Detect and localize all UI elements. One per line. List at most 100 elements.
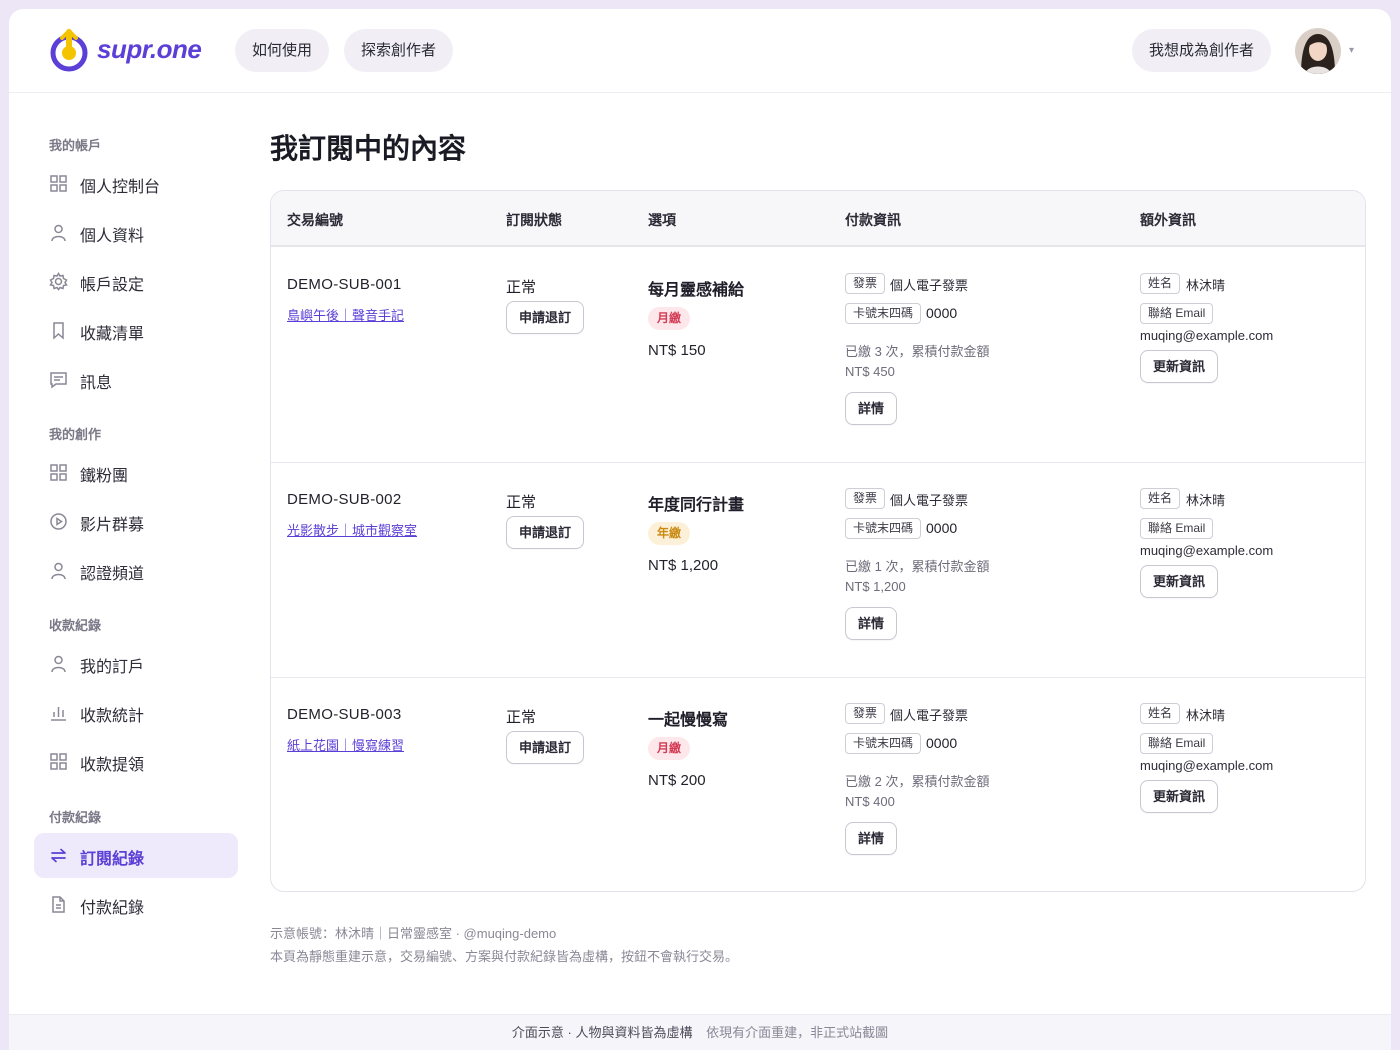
bar-chart-icon — [51, 707, 66, 721]
sidebar-item-subscription-records[interactable]: 訂閱紀錄 — [34, 833, 238, 878]
update-info-button[interactable]: 更新資訊 — [1140, 780, 1219, 813]
plan-name: 年度同行計畫 — [648, 497, 745, 514]
sidebar-item-label: 收款提領 — [80, 757, 145, 774]
avatar[interactable] — [1295, 28, 1341, 74]
cancel-subscription-button[interactable]: 申請退訂 — [506, 731, 585, 764]
email-tag: 聯絡 Email — [1140, 733, 1214, 754]
sidebar-item-video-crowdfunding[interactable]: 影片群募 — [34, 499, 238, 544]
nav-explore-creators[interactable]: 探索創作者 — [344, 29, 454, 72]
brand-name: supr.one — [97, 34, 202, 64]
sidebar-item-profile[interactable]: 個人資料 — [34, 210, 238, 255]
invoice-tag: 發票 — [845, 273, 886, 294]
column-header-extra-info: 額外資訊 — [1140, 212, 1196, 228]
page-footer: 介面示意 · 人物與資料皆為虛構 依現有介面重建，非正式站截圖 — [9, 1014, 1391, 1050]
sidebar-item-verified-channel[interactable]: 認證頻道 — [34, 548, 238, 593]
card-tag: 卡號末四碼 — [845, 518, 922, 539]
subscriptions-table: 交易編號 訂閱狀態 選項 付款資訊 額外資訊 DEMO-SUB-001 島嶼午後… — [270, 190, 1366, 892]
email-tag: 聯絡 Email — [1140, 518, 1214, 539]
sidebar-item-my-subscribers[interactable]: 我的訂戶 — [34, 641, 238, 686]
cancel-subscription-button[interactable]: 申請退訂 — [506, 301, 585, 334]
invoice-type: 個人電子發票 — [890, 708, 969, 723]
paid-total: NT$ 450 — [845, 364, 895, 379]
transaction-id: DEMO-SUB-002 — [287, 491, 402, 508]
plan-name: 每月靈感補給 — [648, 282, 745, 299]
sidebar-item-label: 影片群募 — [80, 517, 145, 534]
bookmark-icon — [53, 322, 64, 340]
column-header-payment-info: 付款資訊 — [845, 212, 901, 228]
column-header-transaction-id: 交易編號 — [287, 212, 343, 228]
detail-button[interactable]: 詳情 — [845, 392, 898, 425]
swap-icon — [51, 848, 66, 863]
grid-icon — [50, 753, 67, 770]
sidebar-item-withdrawal[interactable]: 收款提領 — [34, 739, 238, 784]
sidebar-item-favorites[interactable]: 收藏清單 — [34, 308, 238, 353]
column-header-option: 選項 — [648, 212, 676, 228]
creator-link[interactable]: 光影散步｜城市觀察室 — [287, 520, 417, 539]
sidebar-item-messages[interactable]: 訊息 — [34, 357, 238, 402]
paid-total: NT$ 400 — [845, 794, 895, 809]
update-info-button[interactable]: 更新資訊 — [1140, 350, 1219, 383]
table-row: DEMO-SUB-001 島嶼午後｜聲音手記 正常 申請退訂 每月靈感補給 月繳… — [271, 248, 1365, 463]
card-last-four: 0000 — [926, 520, 958, 536]
sidebar-item-dashboard[interactable]: 個人控制台 — [34, 161, 238, 206]
sidebar-section-payments: 付款紀錄 — [49, 810, 102, 825]
nav-how-to-use[interactable]: 如何使用 — [235, 29, 330, 72]
table-row: DEMO-SUB-003 紙上花園｜慢寫練習 正常 申請退訂 一起慢慢寫 月繳 … — [271, 678, 1365, 891]
document-icon — [52, 896, 65, 913]
sidebar-item-income-stats[interactable]: 收款統計 — [34, 690, 238, 735]
top-header: supr.one 如何使用 探索創作者 我想成為創作者 ▾ — [9, 9, 1391, 93]
sidebar-item-fan-club[interactable]: 鐵粉團 — [34, 450, 238, 495]
user-icon — [51, 655, 66, 673]
grid-icon — [50, 464, 67, 481]
detail-button[interactable]: 詳情 — [845, 607, 898, 640]
subscriber-name: 林沐晴 — [1186, 278, 1226, 293]
invoice-tag: 發票 — [845, 488, 886, 509]
subscriber-name: 林沐晴 — [1186, 493, 1226, 508]
paid-summary: 已繳 2 次，累積付款金額 — [845, 774, 990, 789]
subscription-status: 正常 — [506, 494, 537, 511]
sidebar-section-account: 我的帳戶 — [49, 138, 102, 153]
name-tag: 姓名 — [1140, 488, 1181, 509]
table-header: 交易編號 訂閱狀態 選項 付款資訊 額外資訊 — [271, 191, 1365, 247]
detail-button[interactable]: 詳情 — [845, 822, 898, 855]
paid-total: NT$ 1,200 — [845, 579, 906, 594]
paid-summary: 已繳 3 次，累積付款金額 — [845, 344, 990, 359]
chevron-down-icon[interactable]: ▾ — [1349, 45, 1354, 56]
logo[interactable]: supr.one — [47, 28, 217, 72]
sidebar-item-label: 個人資料 — [80, 228, 145, 245]
billing-cycle-badge: 月繳 — [648, 737, 691, 760]
subscription-status: 正常 — [506, 279, 537, 296]
sidebar-item-payment-records[interactable]: 付款紀錄 — [34, 882, 238, 927]
avatar-image — [1295, 28, 1341, 74]
play-icon — [50, 513, 67, 530]
cancel-subscription-button[interactable]: 申請退訂 — [506, 516, 585, 549]
gear-icon — [49, 272, 68, 291]
sidebar-item-label: 訊息 — [80, 375, 113, 392]
sidebar-item-account-settings[interactable]: 帳戶設定 — [34, 259, 238, 304]
sidebar-item-label: 認證頻道 — [80, 566, 145, 583]
user-icon — [51, 562, 66, 580]
card-last-four: 0000 — [926, 735, 958, 751]
column-header-status: 訂閱狀態 — [506, 212, 562, 228]
card-tag: 卡號末四碼 — [845, 733, 922, 754]
app-window: supr.one 如何使用 探索創作者 我想成為創作者 ▾ 我的帳戶 個人控制台… — [9, 9, 1391, 1050]
creator-link[interactable]: 紙上花園｜慢寫練習 — [287, 735, 404, 754]
static-rebuild-note: 本頁為靜態重建示意，交易編號、方案與付款紀錄皆為虛構，按鈕不會執行交易。 — [270, 949, 739, 964]
footer-secondary-text: 依現有介面重建，非正式站截圖 — [706, 1025, 889, 1040]
billing-cycle-badge: 年繳 — [648, 522, 691, 545]
plan-price: NT$ 150 — [648, 342, 706, 359]
demo-account-note: 示意帳號：林沐晴｜日常靈感室 · @muqing-demo — [270, 926, 557, 941]
creator-link[interactable]: 島嶼午後｜聲音手記 — [287, 305, 404, 324]
sidebar-section-creation: 我的創作 — [49, 427, 102, 442]
subscriber-email: muqing@example.com — [1140, 543, 1274, 558]
billing-cycle-badge: 月繳 — [648, 307, 691, 330]
card-last-four: 0000 — [926, 305, 958, 321]
update-info-button[interactable]: 更新資訊 — [1140, 565, 1219, 598]
paid-summary: 已繳 1 次，累積付款金額 — [845, 559, 990, 574]
sidebar-item-label: 鐵粉團 — [80, 468, 129, 485]
sidebar-item-label: 訂閱紀錄 — [80, 851, 145, 868]
subscriber-email: muqing@example.com — [1140, 328, 1274, 343]
become-creator-button[interactable]: 我想成為創作者 — [1132, 29, 1272, 72]
transaction-id: DEMO-SUB-001 — [287, 276, 402, 293]
invoice-tag: 發票 — [845, 703, 886, 724]
